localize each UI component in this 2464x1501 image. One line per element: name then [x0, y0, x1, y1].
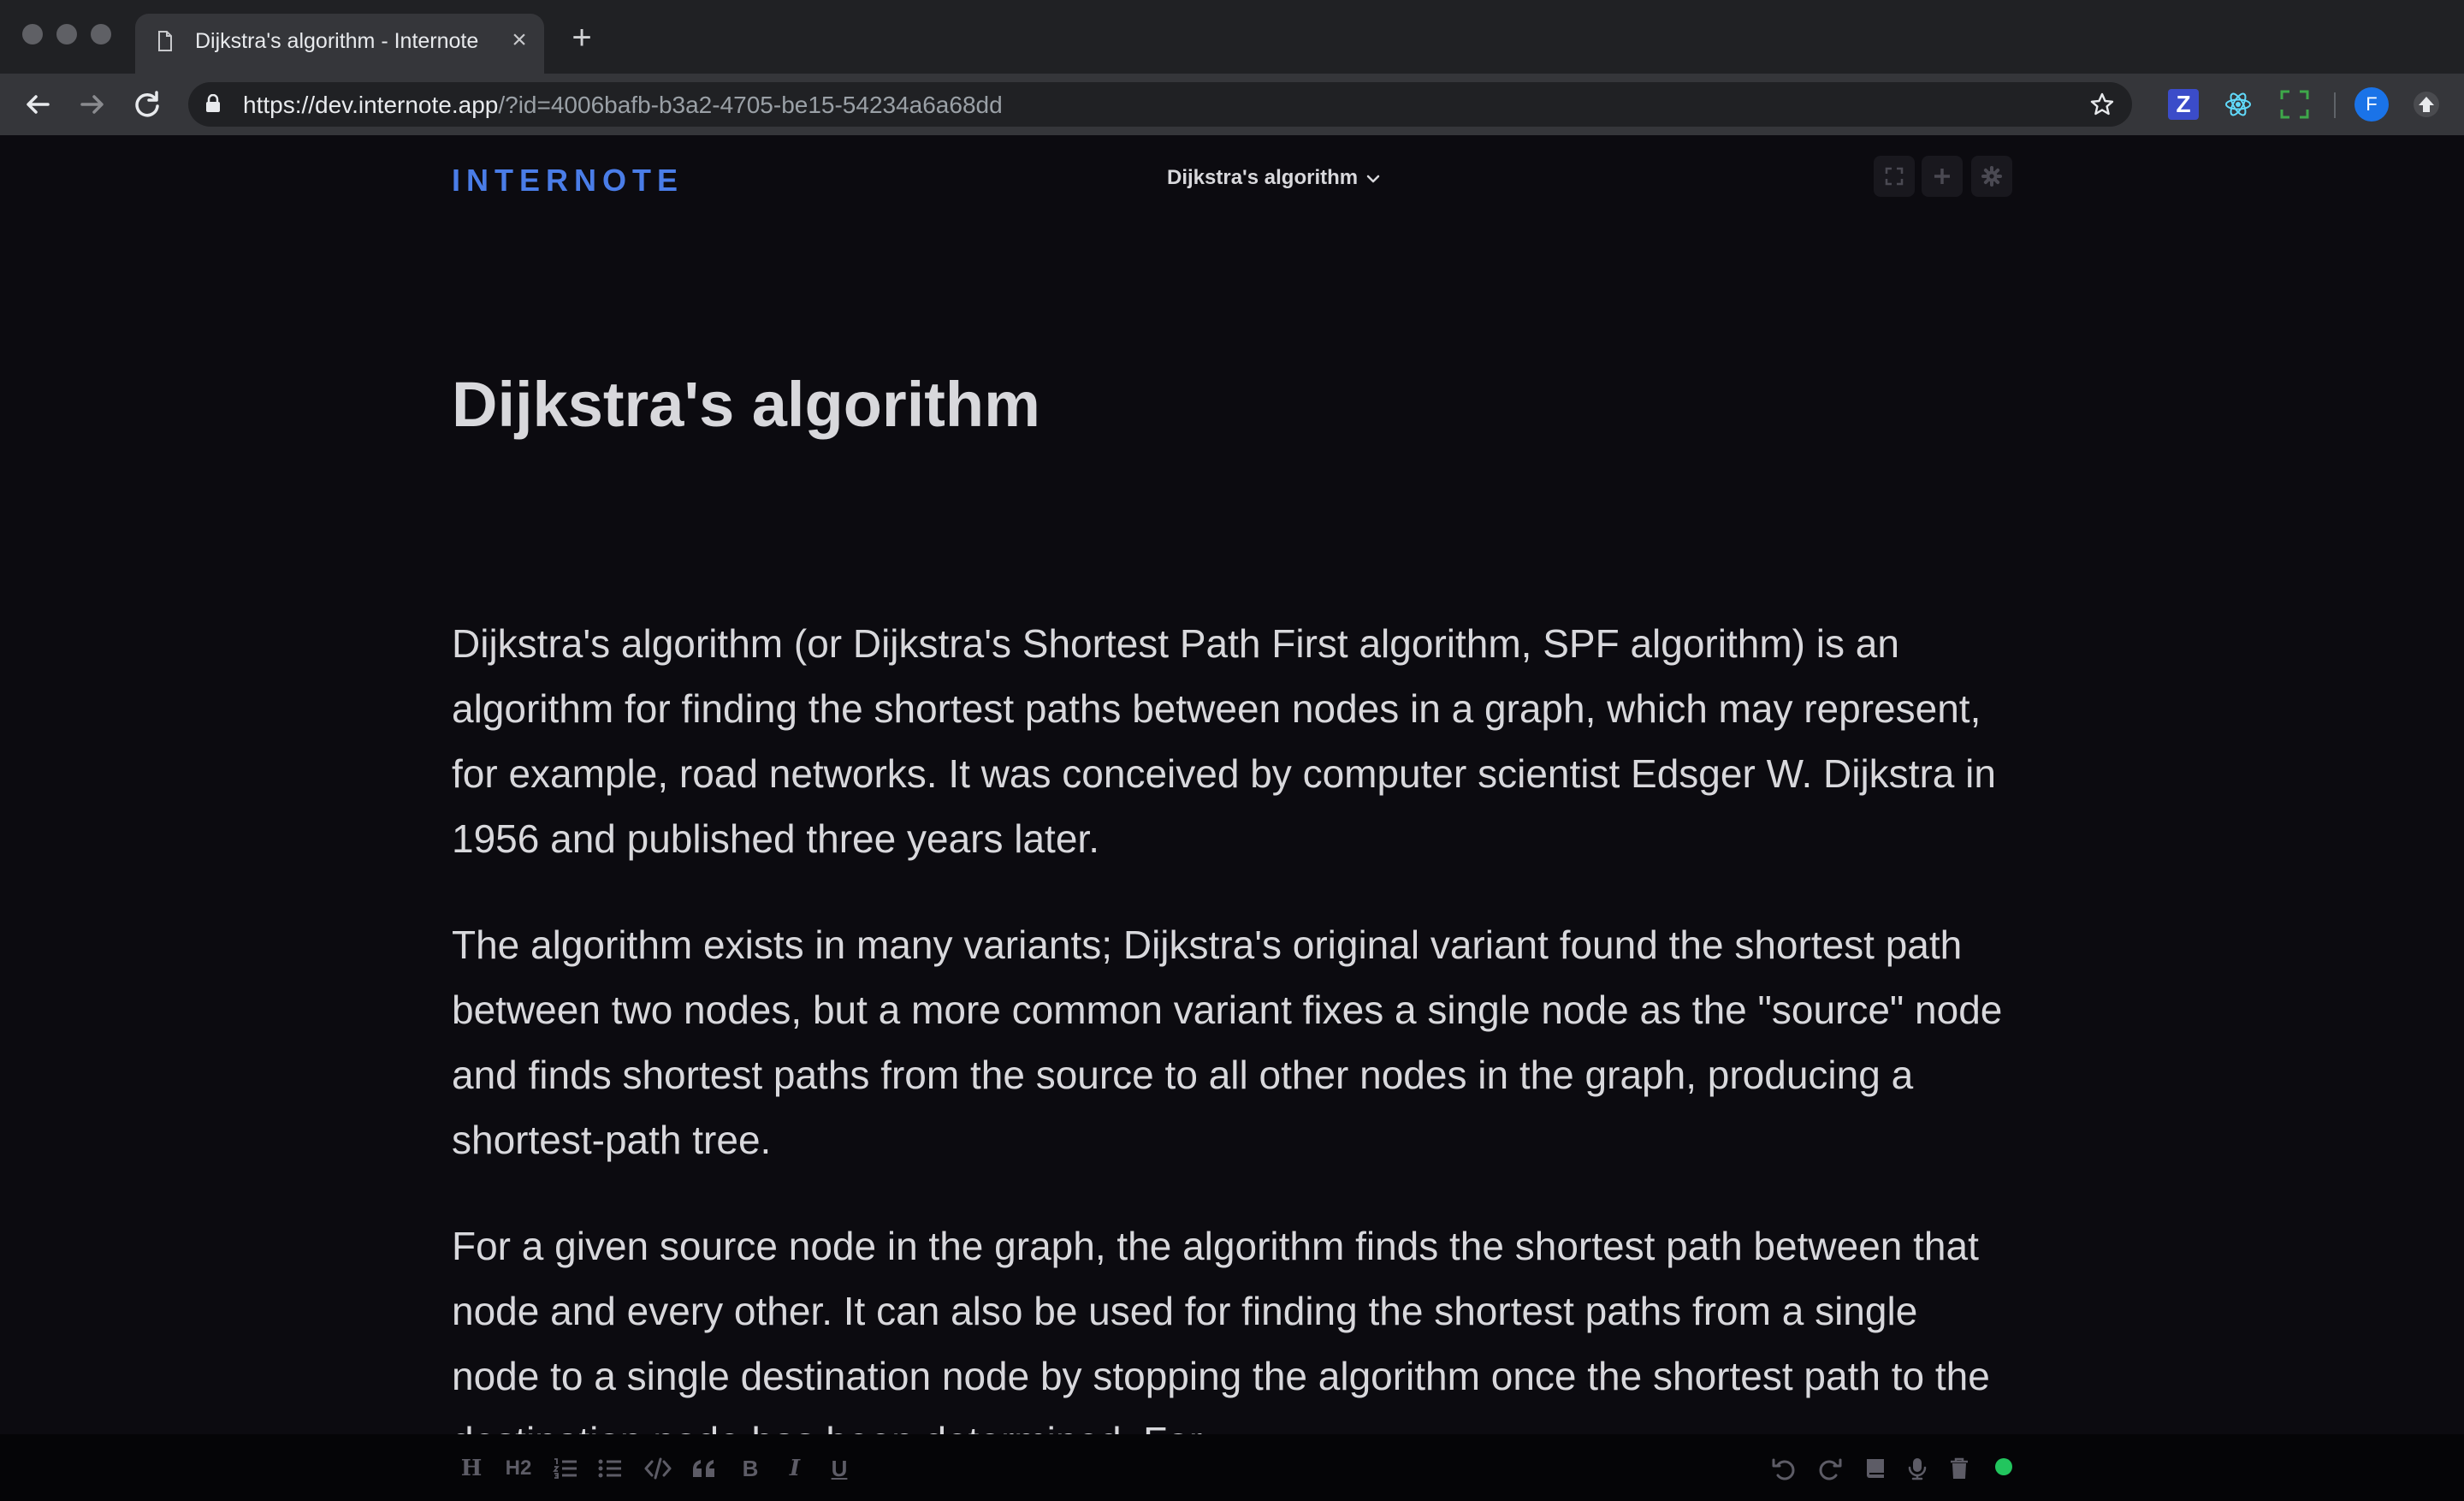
- undo-button[interactable]: [1771, 1453, 1797, 1484]
- note-selector[interactable]: Dijkstra's algorithm: [1167, 166, 1380, 190]
- code-button[interactable]: [643, 1453, 672, 1484]
- underline-button[interactable]: U: [828, 1453, 850, 1484]
- book-icon: [1867, 1459, 1884, 1478]
- note-title[interactable]: Dijkstra's algorithm: [452, 368, 1040, 441]
- chevron-down-icon: [1366, 175, 1380, 182]
- browser-tab-active[interactable]: Dijkstra's algorithm - Internote ×: [135, 14, 544, 74]
- plus-icon: [1934, 169, 1950, 184]
- browser-titlebar: Dijkstra's algorithm - Internote × +: [0, 0, 2464, 74]
- extension-z-icon[interactable]: Z: [2168, 89, 2199, 120]
- window-close-button[interactable]: [22, 24, 43, 44]
- heading2-button[interactable]: H2: [501, 1453, 536, 1484]
- browser-toolbar: https://dev.internote.app/?id=4006bafb-b…: [0, 74, 2464, 135]
- url-host: https://dev.internote.app: [243, 92, 499, 118]
- delete-note-button[interactable]: [1949, 1453, 1969, 1484]
- heading-button[interactable]: H: [459, 1453, 484, 1484]
- close-tab-icon[interactable]: ×: [505, 26, 534, 55]
- fullscreen-button[interactable]: [1874, 156, 1915, 197]
- react-devtools-icon[interactable]: [2223, 89, 2254, 120]
- bookmark-star-icon[interactable]: [2089, 92, 2115, 117]
- document-icon: [158, 31, 172, 51]
- internote-app: INTERNOTE Dijkstra's algorithm Dijkstra'…: [0, 135, 2464, 1501]
- code-icon: [644, 1457, 672, 1480]
- window-minimize-button[interactable]: [56, 24, 77, 44]
- update-arrow-icon[interactable]: [2411, 89, 2442, 120]
- fullscreen-icon: [1885, 167, 1904, 186]
- bullet-list-button[interactable]: [597, 1453, 623, 1484]
- reload-icon[interactable]: [130, 87, 164, 122]
- paragraph-1[interactable]: Dijkstra's algorithm (or Dijkstra's Shor…: [452, 611, 2009, 871]
- quote-button[interactable]: [691, 1453, 717, 1484]
- new-note-button[interactable]: [1922, 156, 1963, 197]
- forward-arrow-icon[interactable]: [75, 87, 110, 122]
- internote-logo[interactable]: INTERNOTE: [452, 163, 684, 199]
- redo-button[interactable]: [1817, 1453, 1843, 1484]
- profile-avatar[interactable]: F: [2354, 87, 2389, 122]
- address-bar[interactable]: https://dev.internote.app/?id=4006bafb-b…: [188, 82, 2132, 127]
- url-text[interactable]: https://dev.internote.app/?id=4006bafb-b…: [243, 92, 1003, 119]
- ordered-list-icon: [553, 1458, 577, 1479]
- dictation-button[interactable]: [1906, 1453, 1928, 1484]
- formatting-toolbar: H H2 B I U: [0, 1434, 2464, 1501]
- trash-icon: [1951, 1457, 1968, 1479]
- url-path: /?id=4006bafb-b3a2-4705-be15-54234a6a68d…: [498, 92, 1003, 118]
- new-tab-icon[interactable]: +: [565, 21, 599, 56]
- lock-icon: [206, 94, 220, 112]
- ordered-list-button[interactable]: [553, 1453, 578, 1484]
- window-zoom-button[interactable]: [91, 24, 111, 44]
- tab-title: Dijkstra's algorithm - Internote: [195, 29, 479, 53]
- microphone-icon: [1908, 1458, 1927, 1480]
- undo-icon: [1772, 1458, 1795, 1480]
- note-selector-label: Dijkstra's algorithm: [1167, 166, 1359, 189]
- quote-icon: [693, 1460, 714, 1477]
- bullet-list-icon: [598, 1459, 621, 1478]
- italic-button[interactable]: I: [784, 1453, 806, 1484]
- screenshot-extension-icon[interactable]: [2279, 89, 2310, 120]
- settings-button[interactable]: [1971, 156, 2012, 197]
- toolbar-divider: [2334, 92, 2336, 118]
- bold-button[interactable]: B: [739, 1453, 761, 1484]
- paragraph-2[interactable]: The algorithm exists in many variants; D…: [452, 912, 2009, 1172]
- back-arrow-icon[interactable]: [21, 87, 55, 122]
- gear-icon: [1981, 166, 2002, 187]
- connection-status-dot: [1995, 1458, 2012, 1475]
- dictionary-button[interactable]: [1863, 1453, 1887, 1484]
- redo-icon: [1819, 1458, 1842, 1480]
